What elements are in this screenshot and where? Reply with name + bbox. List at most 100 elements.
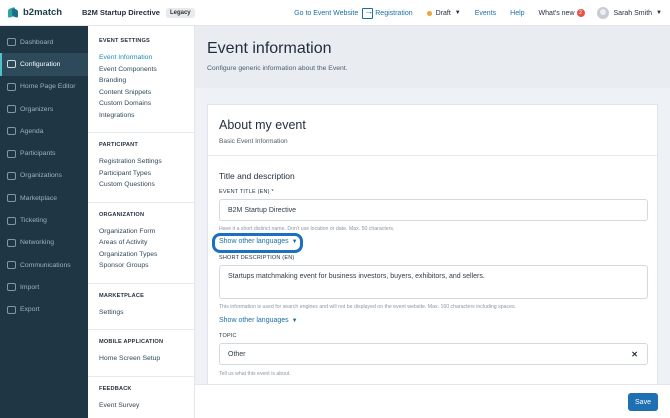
brand[interactable]: b2match (0, 7, 82, 18)
settings-item-organization-form[interactable]: Organization Form (99, 228, 183, 240)
settings-item-organization-types[interactable]: Organization Types (99, 251, 183, 263)
status-dropdown[interactable]: Draft ▼ (426, 9, 461, 17)
topic-helper: Tell us what this event is about. (219, 371, 291, 377)
settings-group-title: ORGANIZATION (99, 211, 145, 218)
sidebar-item-communications[interactable]: Communications (0, 254, 88, 276)
sidebar-item-label: Participants (20, 150, 56, 158)
short-description-textarea[interactable]: Startups matchmaking event for business … (219, 265, 648, 299)
sidebar-item-label: Organizers (20, 105, 54, 113)
show-other-languages-link[interactable]: Show other languages ▼ (219, 317, 298, 324)
page-subtitle: Configure generic information about the … (207, 65, 348, 72)
settings-item-areas-of-activity[interactable]: Areas of Activity (99, 239, 183, 251)
about-event-card: About my event Basic Event Information T… (207, 104, 658, 394)
settings-item-event-components[interactable]: Event Components (99, 66, 183, 78)
settings-group-marketplace: MARKETPLACE Settings (88, 284, 194, 321)
short-description-helper: This information is used for search engi… (219, 304, 517, 310)
sidebar-item-label: Export (20, 306, 40, 314)
settings-menu: EVENT SETTINGS Event Information Event C… (88, 26, 195, 418)
sidebar-item-dashboard[interactable]: Dashboard (0, 31, 88, 53)
divider (208, 155, 657, 156)
settings-item-home-screen-setup[interactable]: Home Screen Setup (99, 355, 183, 367)
settings-group-title: MOBILE APPLICATION (99, 339, 164, 345)
registration-link[interactable]: Registration (362, 6, 413, 19)
sidebar-item-marketplace[interactable]: Marketplace (0, 187, 88, 209)
main-content: Event information Configure generic info… (195, 26, 670, 418)
settings-item-sponsor-groups[interactable]: Sponsor Groups (99, 262, 183, 274)
settings-group-organization: ORGANIZATION Organization Form Areas of … (88, 203, 194, 274)
sidebar-item-label: Dashboard (20, 38, 54, 46)
sidebar-item-organizations[interactable]: Organizations (0, 165, 88, 187)
edit-icon (7, 82, 16, 91)
sidebar-item-participants[interactable]: Participants (0, 142, 88, 164)
card-title: About my event (219, 118, 306, 132)
topic-label: TOPIC (219, 333, 237, 339)
settings-item-event-information[interactable]: Event Information (99, 54, 183, 66)
topic-select[interactable]: Other ✕ (219, 343, 648, 365)
events-link[interactable]: Events (475, 10, 496, 17)
sidebar-item-label: Marketplace (20, 194, 58, 202)
marketplace-icon (7, 194, 16, 203)
go-to-event-website-link[interactable]: Go to Event Website (294, 10, 358, 17)
sidebar-item-label: Import (20, 283, 40, 291)
sidebar-item-label: Ticketing (20, 217, 47, 225)
event-title-label: EVENT TITLE (EN) * (219, 189, 274, 195)
settings-item-participant-types[interactable]: Participant Types (99, 170, 183, 182)
top-bar: b2match B2M Startup Directive Legacy Go … (0, 0, 670, 26)
settings-group-title: MARKETPLACE (99, 292, 145, 299)
sidebar-item-organizers[interactable]: Organizers (0, 98, 88, 120)
chat-icon (7, 261, 16, 270)
sidebar-item-label: Home Page Editor (20, 83, 76, 91)
event-title-input[interactable]: B2M Startup Directive (219, 199, 648, 221)
event-title-value: B2M Startup Directive (228, 206, 297, 214)
settings-item-event-survey[interactable]: Event Survey (99, 402, 183, 414)
settings-item-marketplace-settings[interactable]: Settings (99, 309, 183, 321)
show-other-languages-link[interactable]: Show other languages ▼ (219, 238, 298, 245)
whats-new-label: What's new (538, 9, 575, 17)
avatar (596, 7, 609, 19)
dashboard-icon (7, 38, 16, 47)
clear-icon[interactable]: ✕ (631, 350, 638, 359)
user-menu[interactable]: Sarah Smith ▼ (596, 7, 662, 19)
help-link[interactable]: Help (510, 10, 524, 17)
sidebar-item-home-page-editor[interactable]: Home Page Editor (0, 76, 88, 98)
caret-down-icon: ▼ (291, 317, 298, 324)
b2match-logo-icon (8, 7, 19, 18)
status-label: Draft (435, 9, 451, 17)
users-icon (7, 105, 16, 114)
participants-icon (7, 149, 16, 158)
settings-item-custom-questions[interactable]: Custom Questions (99, 181, 183, 193)
show-other-languages-label: Show other languages (219, 238, 289, 245)
settings-item-custom-domains[interactable]: Custom Domains (99, 100, 183, 112)
settings-group-event: EVENT SETTINGS Event Information Event C… (88, 26, 194, 123)
settings-item-integrations[interactable]: Integrations (99, 112, 183, 124)
registration-label: Registration (375, 9, 413, 17)
settings-group-title: FEEDBACK (99, 385, 132, 392)
event-name: B2M Startup Directive (82, 8, 160, 17)
sidebar-item-agenda[interactable]: Agenda (0, 120, 88, 142)
sidebar-item-import[interactable]: Import (0, 276, 88, 298)
sidebar: Dashboard Configuration Home Page Editor… (0, 26, 88, 418)
legacy-badge: Legacy (165, 7, 195, 18)
sidebar-item-label: Organizations (20, 172, 62, 180)
settings-group-feedback: FEEDBACK Event Survey (88, 377, 194, 414)
settings-item-registration-settings[interactable]: Registration Settings (99, 158, 183, 170)
whats-new-button[interactable]: What's new 2 (539, 9, 585, 17)
save-button[interactable]: Save (628, 393, 658, 411)
registration-icon (362, 6, 374, 19)
sidebar-item-configuration[interactable]: Configuration (0, 53, 88, 76)
notification-badge: 2 (576, 9, 585, 17)
sidebar-item-label: Agenda (20, 127, 44, 135)
sidebar-item-label: Networking (20, 239, 54, 247)
event-title-helper: Have it a short distinct name. Don't use… (219, 226, 395, 232)
sidebar-item-networking[interactable]: Networking (0, 232, 88, 254)
footer-bar: Save (195, 384, 670, 418)
sidebar-item-export[interactable]: Export (0, 299, 88, 321)
settings-group-mobile: MOBILE APPLICATION Home Screen Setup (88, 330, 194, 367)
page-header: Event information Configure generic info… (195, 26, 670, 88)
caret-down-icon: ▼ (656, 10, 662, 16)
settings-item-content-snippets[interactable]: Content Snippets (99, 89, 183, 101)
card-subtitle: Basic Event Information (219, 138, 288, 145)
settings-item-branding[interactable]: Branding (99, 77, 183, 89)
import-icon (7, 283, 16, 292)
sidebar-item-ticketing[interactable]: Ticketing (0, 209, 88, 231)
